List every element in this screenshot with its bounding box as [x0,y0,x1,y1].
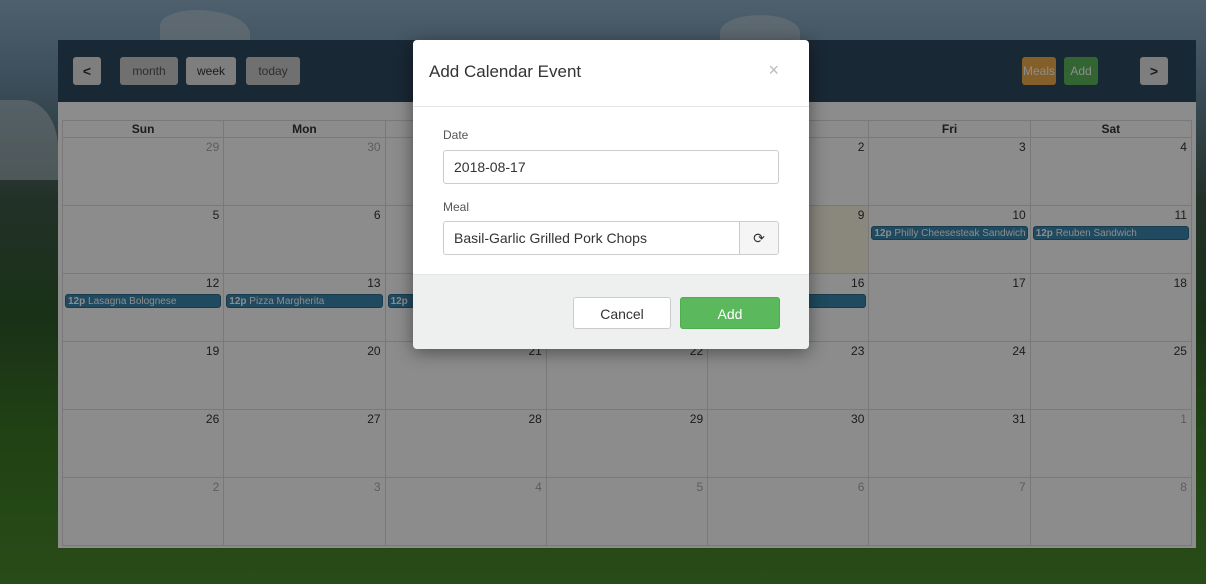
date-input[interactable]: 2018-08-17 [443,150,779,184]
meal-label: Meal [443,200,470,214]
add-button[interactable]: Add [680,297,780,329]
meal-value: Basil-Garlic Grilled Pork Chops [454,230,647,246]
cancel-button[interactable]: Cancel [573,297,671,329]
meal-input[interactable]: Basil-Garlic Grilled Pork Chops ⟳ [443,221,779,255]
refresh-icon[interactable]: ⟳ [739,222,778,254]
close-icon[interactable]: × [768,60,779,81]
add-event-modal: Add Calendar Event × Date 2018-08-17 Mea… [413,40,809,349]
date-label: Date [443,128,469,142]
modal-title: Add Calendar Event [429,62,582,81]
modal-footer: Cancel Add [413,274,809,349]
modal-header: Add Calendar Event × [413,40,809,107]
